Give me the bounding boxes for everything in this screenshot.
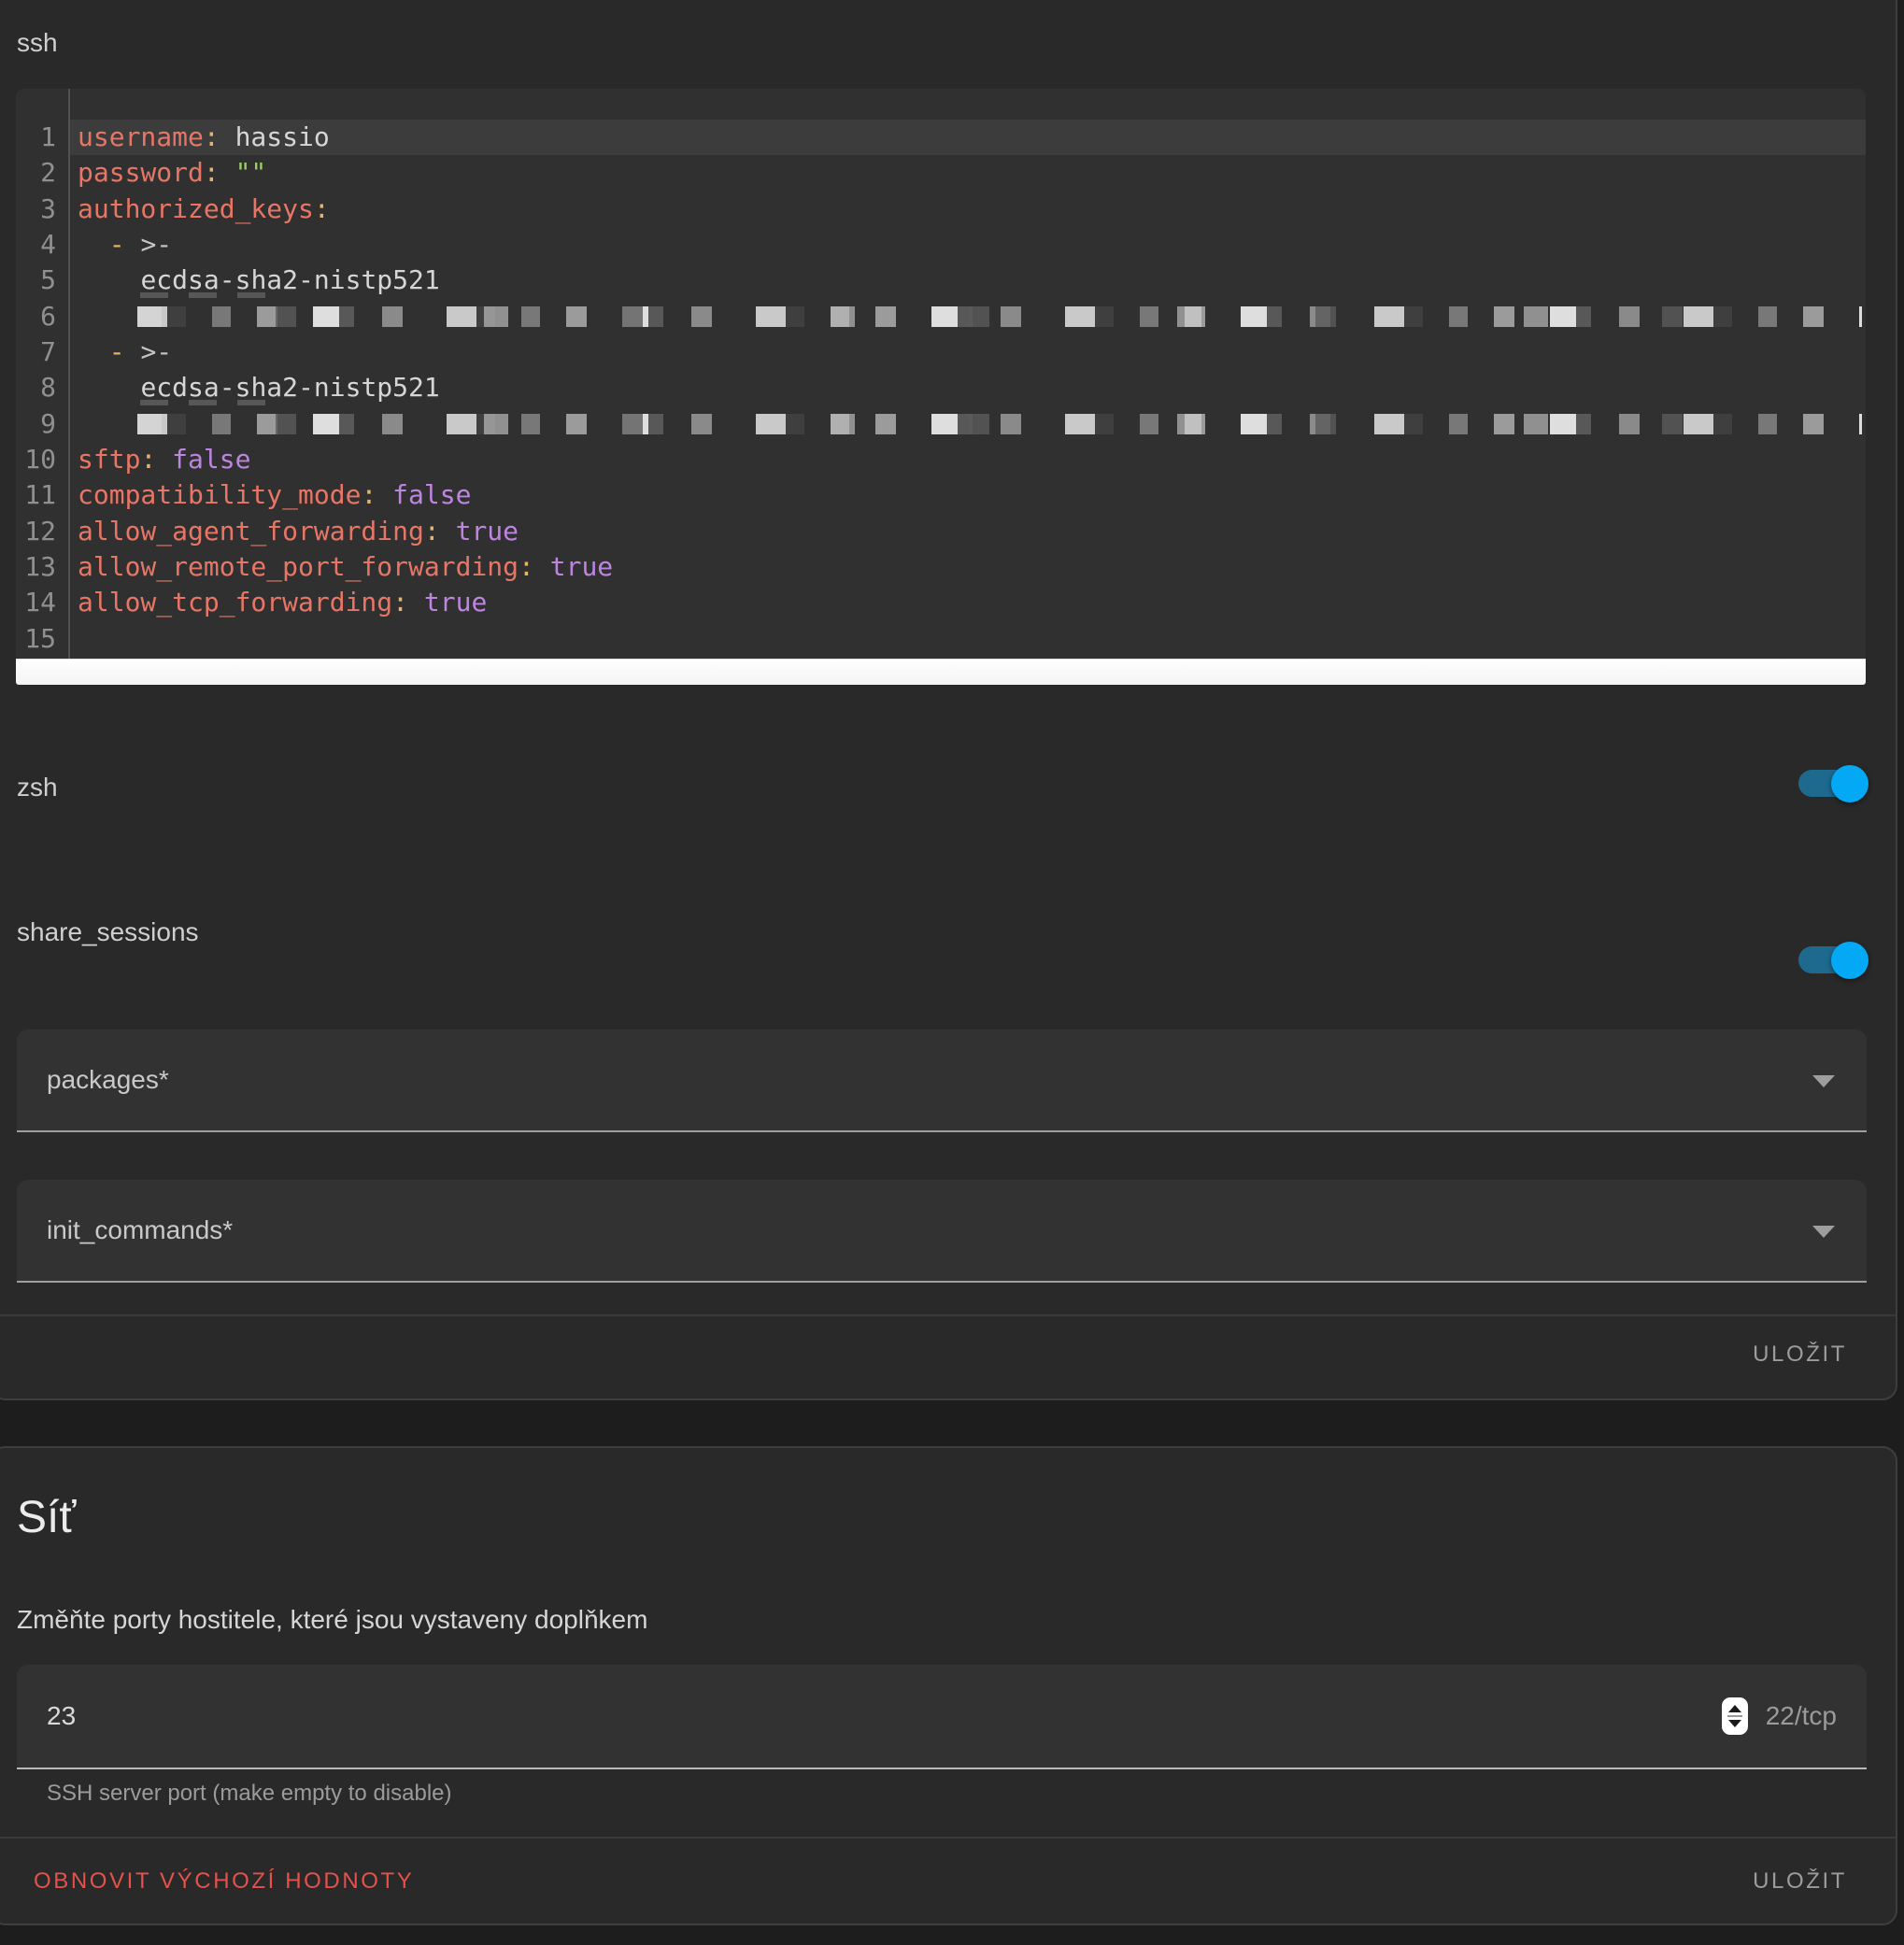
redacted-key-blur: [137, 414, 1862, 434]
line-number: 10: [16, 442, 68, 477]
code-line: [70, 406, 1866, 442]
ssh-port-input[interactable]: 23 22/tcp: [17, 1665, 1867, 1769]
dropdown-label: packages*: [47, 1029, 169, 1130]
card-divider: [0, 1837, 1896, 1839]
port-input-value: 23: [47, 1665, 76, 1768]
code-line: compatibility_mode: false: [70, 477, 1866, 513]
line-number: 5: [16, 263, 68, 298]
redacted-key-blur: [137, 306, 1862, 327]
code-line: ecdsa-sha2-nistp521: [70, 370, 1866, 405]
redacted-blur-edge: [140, 400, 280, 405]
toggle-knob: [1831, 765, 1868, 802]
code-line: password: "": [70, 155, 1866, 191]
code-line: ecdsa-sha2-nistp521: [70, 263, 1866, 298]
addon-config-card: ssh 123456789101112131415 username: hass…: [0, 0, 1897, 1400]
line-number: 1: [16, 120, 68, 155]
port-mapping-label: 22/tcp: [1766, 1701, 1837, 1731]
chevron-down-icon: [1812, 1075, 1835, 1087]
code-line: authorized_keys:: [70, 192, 1866, 227]
line-number: 12: [16, 514, 68, 549]
line-number: 13: [16, 549, 68, 585]
editor-horizontal-scrollbar[interactable]: [16, 659, 1866, 685]
dropdown-label: init_commands*: [47, 1180, 233, 1281]
port-helper-text: SSH server port (make empty to disable): [47, 1781, 452, 1807]
code-line: username: hassio: [70, 120, 1866, 155]
line-number: 3: [16, 192, 68, 227]
code-line: [70, 299, 1866, 334]
network-subtitle: Změňte porty hostitele, které jsou vysta…: [17, 1604, 647, 1636]
toggle-zsh[interactable]: [1798, 770, 1866, 797]
code-line: allow_remote_port_forwarding: true: [70, 549, 1866, 585]
reset-defaults-button[interactable]: OBNOVIT VÝCHOZÍ HODNOTY: [34, 1867, 414, 1896]
editor-gutter: 123456789101112131415: [16, 89, 70, 659]
chevron-down-icon: [1728, 1720, 1741, 1727]
code-line: allow_agent_forwarding: true: [70, 514, 1866, 549]
network-title: Síť: [17, 1491, 76, 1545]
code-line: sftp: false: [70, 442, 1866, 477]
save-config-button[interactable]: ULOŽIT: [1753, 1340, 1847, 1370]
line-number: 11: [16, 477, 68, 513]
line-number: 8: [16, 370, 68, 405]
redacted-blur-edge: [140, 292, 280, 298]
toggle-label-zsh: zsh: [17, 771, 58, 804]
chevron-down-icon: [1812, 1226, 1835, 1238]
line-number: 4: [16, 227, 68, 263]
stepper-divider: [1727, 1715, 1742, 1717]
port-input-suffix: 22/tcp: [1722, 1665, 1837, 1768]
line-number: 14: [16, 585, 68, 620]
code-line: [70, 621, 1866, 657]
toggle-label-share-sessions: share_sessions: [17, 916, 199, 949]
line-number: 7: [16, 334, 68, 370]
card-divider: [0, 1314, 1896, 1316]
code-line: - >-: [70, 334, 1866, 370]
dropdown-packages[interactable]: packages*: [17, 1029, 1867, 1132]
editor-field-label: ssh: [17, 26, 58, 60]
line-number: 6: [16, 299, 68, 334]
toggle-share-sessions[interactable]: [1798, 946, 1866, 973]
dropdown-init-commands[interactable]: init_commands*: [17, 1180, 1867, 1283]
line-number: 2: [16, 155, 68, 191]
chevron-up-icon: [1728, 1705, 1741, 1712]
line-number: 15: [16, 621, 68, 657]
code-line: allow_tcp_forwarding: true: [70, 585, 1866, 620]
save-network-button[interactable]: ULOŽIT: [1753, 1867, 1847, 1896]
yaml-editor[interactable]: 123456789101112131415 username: hassiopa…: [16, 89, 1866, 659]
number-stepper-icon[interactable]: [1722, 1697, 1748, 1735]
code-line: - >-: [70, 227, 1866, 263]
line-number: 9: [16, 406, 68, 442]
editor-code: username: hassiopassword: ""authorized_k…: [70, 89, 1866, 659]
network-card: Síť Změňte porty hostitele, které jsou v…: [0, 1446, 1897, 1925]
toggle-knob: [1831, 942, 1868, 979]
